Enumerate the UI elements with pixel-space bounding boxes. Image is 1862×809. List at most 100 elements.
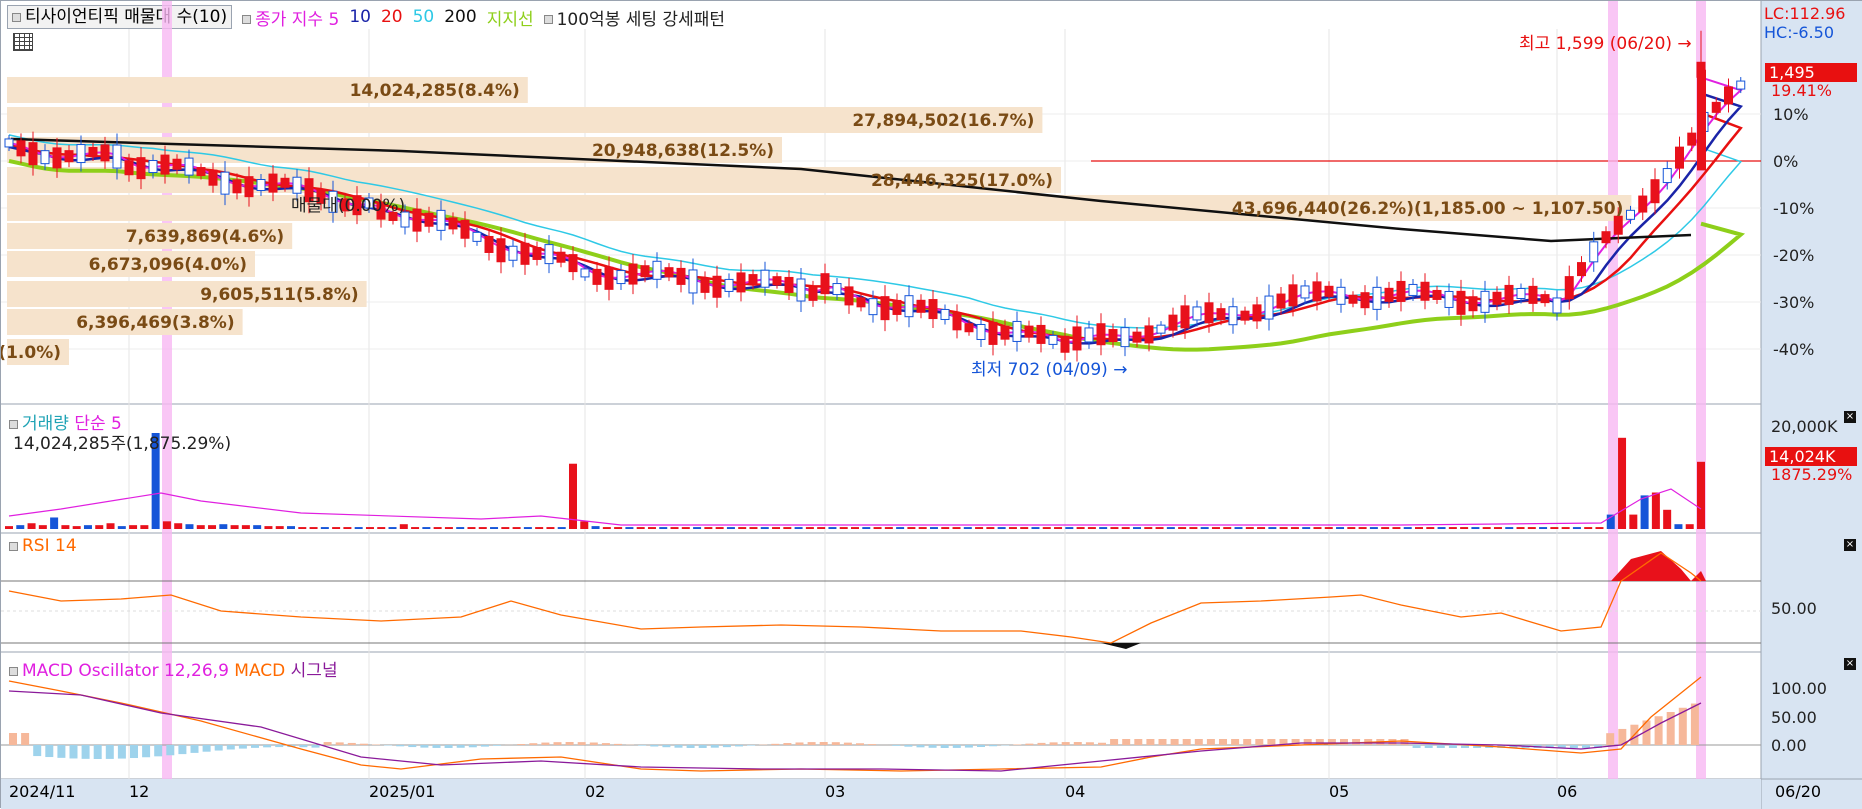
volume-bar [118,526,126,529]
volume-bar [174,523,182,529]
volume-bar [1539,527,1547,529]
candle-body [149,161,157,173]
x-tick: 06 [1557,782,1577,801]
volume-bar [930,527,938,529]
macd-histogram-bar [433,745,441,748]
volume-bar [1302,527,1310,529]
rsi-tick: 50.00 [1771,599,1817,618]
volume-bar [1257,527,1265,529]
volume-bar [95,525,103,529]
candle-body [1013,321,1021,341]
volume-bar [16,525,24,529]
volume-bar [614,527,622,529]
profile-label: 27,894,502(16.7%) [852,111,1034,131]
macd-histogram-bar [856,743,864,745]
volume-bar [84,525,92,529]
volume-bar [1483,527,1491,529]
profile-label: 9,605,511(5.8%) [200,285,358,305]
candle-body [1688,133,1696,145]
candle-body [773,277,781,285]
volume-bar [231,525,239,529]
candle-body [1651,180,1659,203]
macd-histogram-bar [1231,739,1239,745]
volume-bar [1347,527,1355,529]
macd-histogram-bar [1062,742,1070,745]
volume-bar [501,527,509,529]
volume-bar [1088,527,1096,529]
volume-bar [377,527,385,529]
macd-histogram-bar [1146,739,1154,745]
macd-histogram-bar [747,745,755,746]
candle-body [653,261,661,279]
candle-body [1253,305,1261,321]
candle-body [785,277,793,292]
macd-histogram-bar [917,745,925,747]
macd-histogram-bar [263,745,271,747]
volume-bar [592,526,600,529]
volume-bar [1618,438,1626,529]
candle-body [1025,326,1033,337]
volume-badge-pct: 1875.29% [1771,465,1852,484]
volume-bar [682,527,690,529]
macd-histogram-bar [1691,704,1699,745]
macd-histogram-bar [735,745,743,746]
volume-bar [479,527,487,529]
volume-bar [546,527,554,529]
volume-bar [1629,515,1637,529]
macd-histogram-bar [1570,745,1578,748]
candle-body [1505,285,1513,304]
volume-bar [355,527,363,529]
macd-histogram-bar [602,743,610,745]
volume-bar [896,527,904,529]
volume-bar [39,525,47,529]
candle-body [761,270,769,287]
volume-bar [1110,527,1118,529]
volume-ma-line [9,489,1701,525]
macd-histogram-bar [578,742,586,745]
candle-body [1265,296,1273,319]
volume-bar [738,527,746,529]
volume-bar [50,517,58,529]
macd-histogram-bar [1352,739,1360,745]
volume-bar [964,527,972,529]
volume-bar [343,527,351,529]
macd-histogram-bar [1110,739,1118,745]
volume-bar [1054,527,1062,529]
candle-body [1109,330,1117,342]
pct-tick-label: -20% [1773,246,1814,265]
macd-histogram-bar [796,742,804,745]
close-icon[interactable]: × [1844,411,1856,423]
macd-histogram-bar [687,745,695,748]
close-icon[interactable]: × [1844,658,1856,670]
volume-bar [287,526,295,529]
volume-bar [693,527,701,529]
macd-histogram-bar [1340,739,1348,745]
macd-histogram-bar [324,742,332,745]
candle-body [1397,281,1405,301]
volume-bar [716,527,724,529]
close-icon[interactable]: × [1844,539,1856,551]
candle-body [533,247,541,259]
macd-line [9,677,1701,771]
volume-bar [1641,495,1649,529]
candle-body [557,252,565,262]
rsi-title: RSI 14 [9,536,77,556]
macd-histogram-bar [1219,739,1227,745]
macd-histogram-bar [820,742,828,745]
volume-bar [1426,527,1434,529]
macd-histogram-bar [45,745,53,757]
candle-body [137,158,145,179]
chart-window: 티사이언티픽 매물대 수(10) 종가 지수 5 10 20 50 200 지지… [0,0,1862,808]
volume-bar [1235,527,1243,529]
volume-bar [1212,527,1220,529]
macd-histogram-bar [1195,739,1203,745]
volume-bar [1674,524,1682,529]
macd-histogram-bar [868,744,876,745]
volume-bar [749,527,757,529]
candle-body [833,284,841,295]
candle-body [1676,147,1684,168]
volume-bar [659,527,667,529]
volume-bar [986,527,994,529]
macd-histogram-bar [493,745,501,746]
macd-histogram-bar [699,745,707,748]
